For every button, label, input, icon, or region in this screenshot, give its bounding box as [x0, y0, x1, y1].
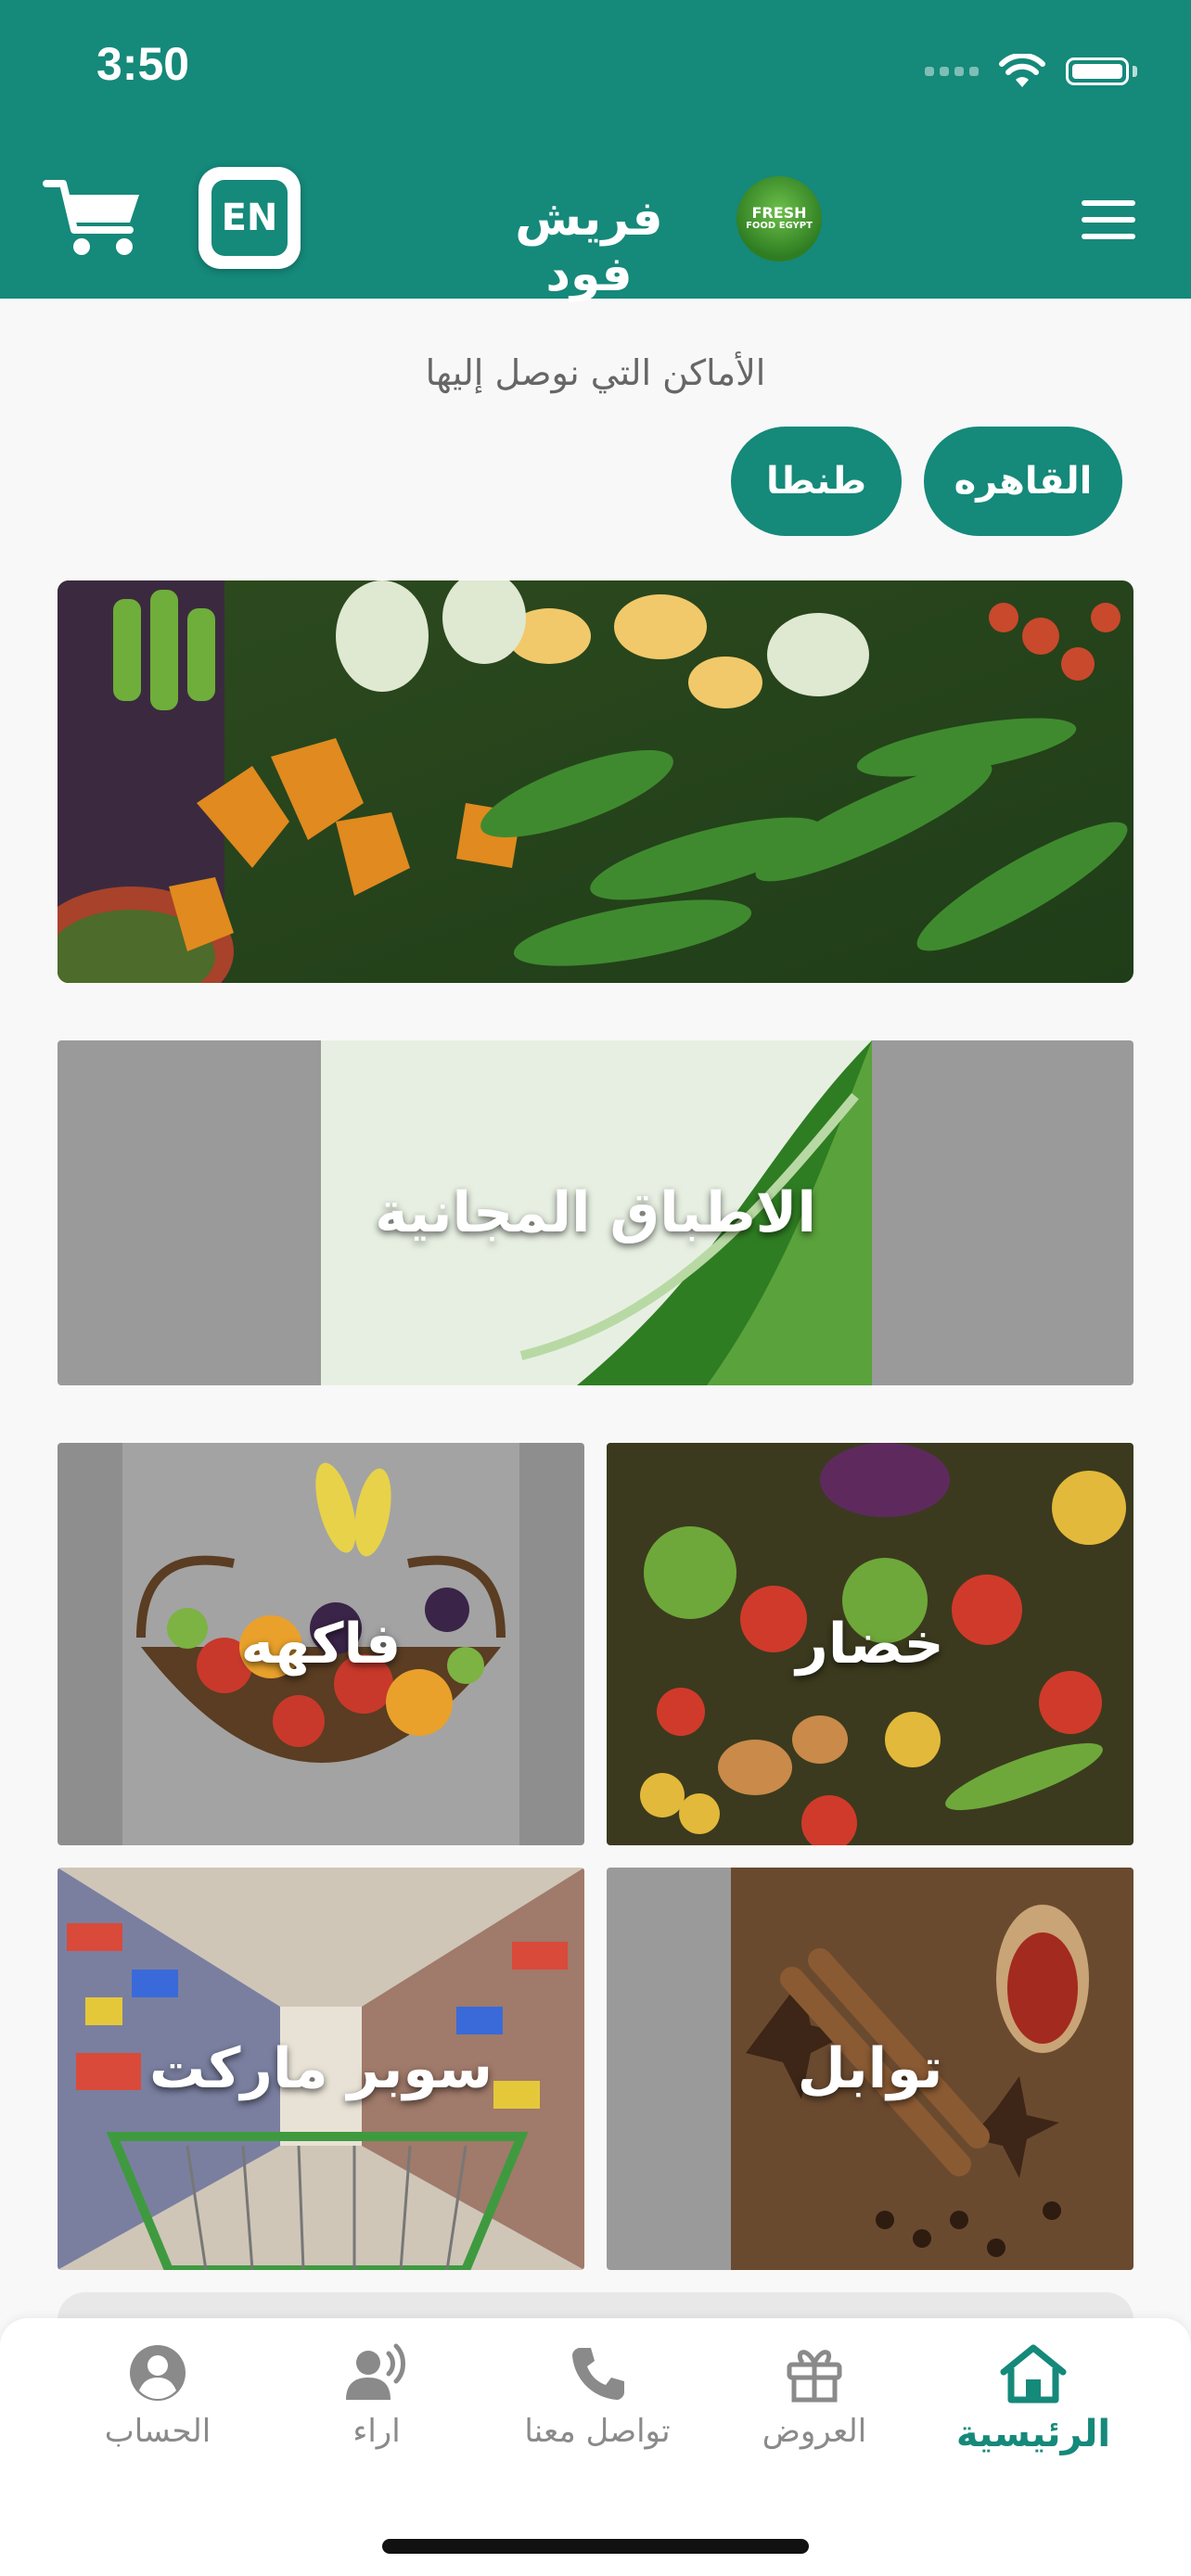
nav-offers[interactable]: العروض: [712, 2342, 916, 2450]
menu-icon[interactable]: [1082, 200, 1135, 239]
area-chip-cairo[interactable]: القاهره: [924, 427, 1122, 536]
home-indicator: [382, 2539, 809, 2554]
gift-icon: [787, 2350, 842, 2403]
status-indicators: [925, 54, 1137, 89]
supermarket-label: سوبر ماركت: [149, 2036, 493, 2101]
fruits-card[interactable]: فاكهه: [58, 1443, 584, 1845]
language-button[interactable]: EN: [198, 167, 301, 269]
fruits-label: فاكهه: [240, 1612, 402, 1677]
free-dishes-label: الاطباق المجانية: [375, 1180, 816, 1245]
nav-account-label: الحساب: [104, 2413, 211, 2450]
nav-reviews[interactable]: اراء: [275, 2342, 479, 2450]
vegetables-card[interactable]: خضار: [607, 1443, 1133, 1845]
vegetables-label: خضار: [796, 1612, 944, 1677]
nav-home-label: الرئيسية: [955, 2413, 1111, 2455]
nav-offers-label: العروض: [762, 2413, 867, 2450]
bottom-nav: الرئيسية العروض تواصل معنا اراء الحساب: [0, 2318, 1191, 2576]
nav-home[interactable]: الرئيسية: [931, 2342, 1135, 2455]
battery-icon: [1066, 57, 1129, 85]
status-time: 3:50: [96, 38, 190, 90]
free-dishes-card[interactable]: الاطباق المجانية: [58, 1040, 1133, 1385]
nav-account[interactable]: الحساب: [56, 2342, 260, 2450]
speaking-person-icon: [346, 2343, 405, 2400]
vegetables-banner-image: [58, 580, 1133, 983]
nav-contact-label: تواصل معنا: [524, 2413, 671, 2450]
logo-text-line1: FRESH: [751, 204, 807, 222]
language-label: EN: [211, 180, 288, 256]
spices-card[interactable]: توابل: [607, 1868, 1133, 2270]
supermarket-card[interactable]: سوبر ماركت: [58, 1868, 584, 2270]
wifi-icon: [999, 54, 1045, 87]
spices-label: توابل: [797, 2036, 943, 2101]
nav-reviews-label: اراء: [352, 2413, 401, 2450]
delivery-areas-label: الأماكن التي نوصل إليها: [425, 352, 766, 393]
home-icon: [1000, 2344, 1067, 2404]
account-icon: [130, 2345, 186, 2401]
app-logo: FRESH FOOD EGYPT: [736, 176, 822, 261]
signal-icon: [925, 67, 979, 76]
phone-icon: [572, 2348, 624, 2400]
app-header: 3:50 EN فريش فود FRESH FOOD EGYPT: [0, 0, 1191, 302]
nav-contact[interactable]: تواصل معنا: [495, 2342, 699, 2450]
area-chip-tanta[interactable]: طنطا: [731, 427, 902, 536]
cart-icon[interactable]: [43, 176, 145, 260]
app-title: فريش فود: [515, 191, 663, 302]
logo-text-line2: FOOD EGYPT: [746, 221, 813, 231]
